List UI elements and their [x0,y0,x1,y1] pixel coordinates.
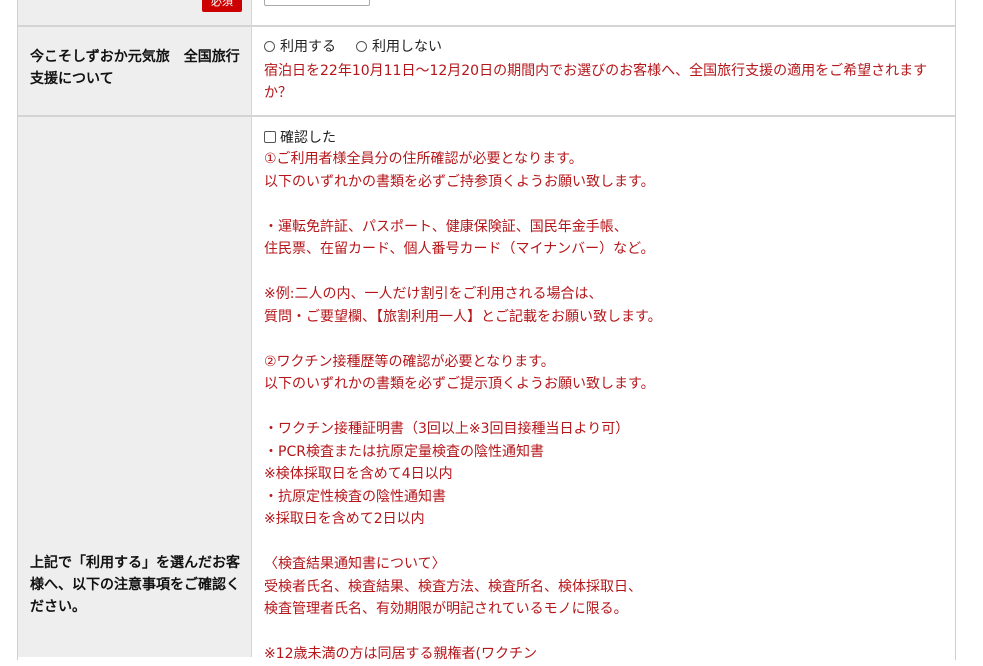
notice-line: 以下のいずれかの書類を必ずご提示頂くようお願い致します。 [264,376,655,392]
notice-line: ・PCR検査または抗原定量検査の陰性通知書 [264,443,544,460]
notice-line [264,261,944,284]
notice-line: ・運転免許証、パスポート、健康保険証、国民年金手帳、 [264,218,628,235]
notice-line: ②ワクチン接種歴等の確認が必要となります。 [264,353,555,370]
notice-line: ※例:二人の内、一人だけ割引をご利用される場合は、 [264,286,603,302]
notice-line: 以下のいずれかの書類を必ずご持参頂くようお願い致します。 [264,173,655,190]
confirm-checkbox-label: 確認した [280,130,336,146]
row-header-cell: 必須 [18,0,252,25]
notice-label: 上記で「利用する」を選んだお客様へ、以下の注意事項をご確認ください。 [30,555,240,615]
notice-line: 住民票、在留カード、個人番号カード（マイナンバー）など。 [264,241,655,257]
radio-group: 利用する 利用しない [264,36,462,56]
radio-option-not-use[interactable]: 利用しない [356,36,442,56]
travel-support-label: 今こそしずおか元気旅 全国旅行支援について [30,49,240,87]
radio-label-not-use: 利用しない [372,39,442,55]
row-value-cell: 確認した ①ご利用者様全員分の住所確認が必要となります。 以下のいずれかの書類を… [252,117,955,662]
notice-line [264,396,944,419]
reservation-form-table: 必須 今こそしずおか元気旅 全国旅行支援について 利用する 利用しない 宿泊日を… [17,0,956,662]
notice-line [264,328,944,351]
row-value-cell [252,0,955,25]
notice-line: ①ご利用者様全員分の住所確認が必要となります。 [264,151,583,167]
row-header-cell: 上記で「利用する」を選んだお客様へ、以下の注意事項をご確認ください。 [18,117,252,657]
checkbox-icon[interactable] [264,131,276,143]
radio-button-icon[interactable] [356,40,367,52]
notice-line: ※採取日を含めて2日以内 [264,511,425,527]
form-row-notice: 上記で「利用する」を選んだお客様へ、以下の注意事項をご確認ください。 確認した … [18,117,955,662]
form-row-travel-support: 今こそしずおか元気旅 全国旅行支援について 利用する 利用しない 宿泊日を22年… [18,27,955,115]
text-input[interactable] [264,0,370,6]
notice-line [264,621,944,644]
row-header-cell: 今こそしずおか元気旅 全国旅行支援について [18,27,252,115]
notice-line: ・抗原定性検査の陰性通知書 [264,488,446,505]
radio-button-icon[interactable] [264,40,275,52]
radio-label-use: 利用する [280,39,336,55]
notice-text: ①ご利用者様全員分の住所確認が必要となります。 以下のいずれかの書類を必ずご持参… [264,148,944,666]
notice-line: ※検体採取日を含めて4日以内 [264,466,453,482]
confirm-checkbox-option[interactable]: 確認した [264,127,336,147]
notice-line: ・ワクチン接種証明書（3回以上※3回目接種当日より可） [264,421,630,437]
notice-line: 受検者氏名、検査結果、検査方法、検査所名、検体採取日、 [264,578,642,595]
notice-line: ※12歳未満の方は同居する親権者(ワクチン [264,646,538,662]
form-row-previous: 必須 [18,0,955,25]
radio-option-use[interactable]: 利用する [264,36,336,56]
notice-line [264,193,944,216]
notice-line: 質問・ご要望欄、【旅割利用一人】とご記載をお願い致します。 [264,308,662,325]
notice-line: 検査管理者氏名、有効期限が明記されているモノに限る。 [264,601,628,617]
notice-line: 〈検査結果通知書について〉 [264,556,446,572]
travel-support-question: 宿泊日を22年10月11日～12月20日の期間内でお選びのお客様へ、全国旅行支援… [264,63,928,101]
required-badge: 必須 [202,0,242,12]
row-value-cell: 利用する 利用しない 宿泊日を22年10月11日～12月20日の期間内でお選びの… [252,27,955,115]
notice-line [264,531,944,554]
